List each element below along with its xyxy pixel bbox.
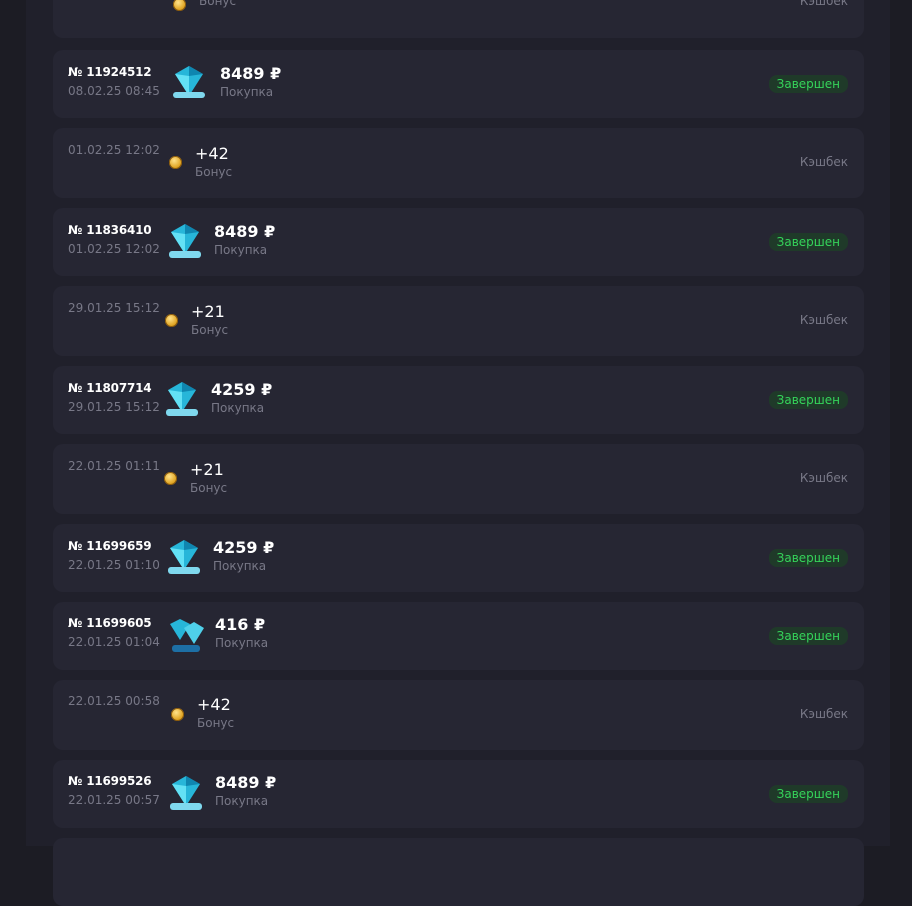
transaction-amount: +42	[195, 144, 229, 163]
transaction-amount: 4259 ₽	[211, 380, 273, 399]
order-number: № 11699526	[68, 774, 152, 788]
status-badge-completed: Завершен	[768, 627, 848, 645]
transaction-row[interactable]	[53, 838, 864, 906]
transaction-amount: 8489 ₽	[220, 64, 282, 83]
transaction-amount: +21	[190, 460, 224, 479]
order-number: № 11699605	[68, 616, 152, 630]
transaction-amount: +42	[197, 695, 231, 714]
transaction-row-bonus[interactable]: Бонус Кэшбек	[53, 0, 864, 38]
transaction-date: 01.02.25 12:02	[68, 143, 160, 157]
diamond-pack-icon	[166, 382, 198, 416]
transaction-date: 01.02.25 12:02	[68, 242, 160, 256]
status-cashback: Кэшбек	[799, 471, 848, 485]
transaction-type: Бонус	[191, 323, 229, 337]
transaction-date: 08.02.25 08:45	[68, 84, 160, 98]
transaction-type: Покупка	[213, 559, 267, 573]
status-badge-completed: Завершен	[768, 785, 848, 803]
transaction-date: 22.01.25 01:04	[68, 635, 160, 649]
diamond-pack-icon	[170, 776, 202, 810]
status-cashback: Кэшбек	[799, 155, 848, 169]
transaction-type: Покупка	[211, 401, 265, 415]
coin-icon	[171, 708, 184, 721]
status-cashback: Кэшбек	[799, 0, 848, 8]
transaction-row-bonus[interactable]: 01.02.25 12:02 +42 Бонус Кэшбек	[53, 128, 864, 198]
transaction-row-bonus[interactable]: 22.01.25 01:11 +21 Бонус Кэшбек	[53, 444, 864, 514]
transaction-type: Бонус	[199, 0, 237, 8]
transaction-type: Бонус	[190, 481, 228, 495]
transaction-row-purchase[interactable]: № 11699659 22.01.25 01:10 4259 ₽ Покупка…	[53, 524, 864, 592]
transaction-date: 22.01.25 01:11	[68, 459, 160, 473]
transaction-row-purchase[interactable]: № 11836410 01.02.25 12:02 8489 ₽ Покупка…	[53, 208, 864, 276]
diamond-pack-icon	[170, 619, 204, 652]
transaction-type: Покупка	[220, 85, 274, 99]
transaction-date: 22.01.25 00:57	[68, 793, 160, 807]
transaction-row-purchase[interactable]: № 11699605 22.01.25 01:04 416 ₽ Покупка …	[53, 602, 864, 670]
transaction-row-bonus[interactable]: 29.01.25 15:12 +21 Бонус Кэшбек	[53, 286, 864, 356]
order-number: № 11836410	[68, 223, 152, 237]
transaction-date: 29.01.25 15:12	[68, 400, 160, 414]
transaction-row-bonus[interactable]: 22.01.25 00:58 +42 Бонус Кэшбек	[53, 680, 864, 750]
diamond-pack-icon	[169, 224, 201, 258]
transaction-amount: 4259 ₽	[213, 538, 275, 557]
transaction-type: Покупка	[215, 794, 269, 808]
status-cashback: Кэшбек	[799, 313, 848, 327]
transaction-type: Бонус	[197, 716, 235, 730]
transaction-amount: 8489 ₽	[214, 222, 276, 241]
transaction-row-purchase[interactable]: № 11699526 22.01.25 00:57 8489 ₽ Покупка…	[53, 760, 864, 828]
transaction-date: 22.01.25 01:10	[68, 558, 160, 572]
transaction-type: Покупка	[215, 636, 269, 650]
status-badge-completed: Завершен	[768, 75, 848, 93]
status-badge-completed: Завершен	[768, 233, 848, 251]
coin-icon	[173, 0, 186, 11]
order-number: № 11924512	[68, 65, 152, 79]
diamond-pack-icon	[168, 540, 200, 574]
diamond-pack-icon	[173, 66, 205, 98]
coin-icon	[165, 314, 178, 327]
coin-icon	[169, 156, 182, 169]
transaction-row-purchase[interactable]: № 11807714 29.01.25 15:12 4259 ₽ Покупка…	[53, 366, 864, 434]
transaction-type: Бонус	[195, 165, 233, 179]
transaction-amount: 416 ₽	[215, 615, 266, 634]
status-badge-completed: Завершен	[768, 549, 848, 567]
transaction-amount: +21	[191, 302, 225, 321]
transaction-row-purchase[interactable]: № 11924512 08.02.25 08:45 8489 ₽ Покупка…	[53, 50, 864, 118]
status-badge-completed: Завершен	[768, 391, 848, 409]
order-number: № 11699659	[68, 539, 152, 553]
order-number: № 11807714	[68, 381, 152, 395]
transaction-date: 29.01.25 15:12	[68, 301, 160, 315]
status-cashback: Кэшбек	[799, 707, 848, 721]
transaction-amount: 8489 ₽	[215, 773, 277, 792]
transaction-type: Покупка	[214, 243, 268, 257]
coin-icon	[164, 472, 177, 485]
transaction-date: 22.01.25 00:58	[68, 694, 160, 708]
